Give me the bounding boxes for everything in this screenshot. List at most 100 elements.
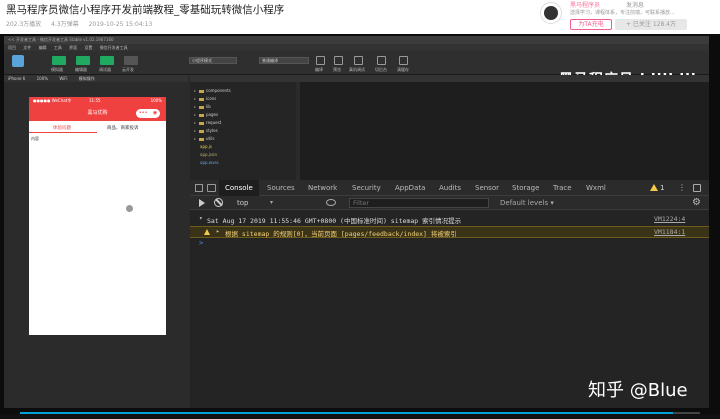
device-select[interactable]: iPhone 6 [8,76,25,81]
show-drawer-icon[interactable] [199,199,205,207]
zoom-select[interactable]: 100% [37,76,48,81]
phone-status-bar: ●●●●● WeChat令 11:55 100% [29,97,166,105]
menu-settings[interactable]: 设置 [84,45,92,50]
expand-arrow-icon[interactable]: ▾ [199,215,203,222]
switch-background-icon[interactable] [377,56,386,65]
menu-file[interactable]: 文件 [23,45,31,50]
eye-icon[interactable] [326,199,336,206]
clear-cache-icon[interactable] [399,56,408,65]
device-toolbar-icon[interactable] [207,184,216,192]
compile-icon[interactable] [316,56,325,65]
phone-nav-title: 黑马优购 [87,110,108,116]
log-source-link[interactable]: VM1184:1 [654,228,685,236]
log-source-link[interactable]: VM1224:4 [654,215,685,223]
ide-toolbar: 模拟器 编辑器 调试器 云开发 小程序模式 普通编译 编译 预览 真机调试 切后… [4,51,709,88]
folder-icon [199,105,205,109]
close-icon[interactable]: ◉ [153,109,157,118]
tree-folder-pages[interactable]: ▸ pages [194,112,218,117]
menu-devtools[interactable]: 微信开发者工具 [100,45,128,50]
network-select[interactable]: WiFi [59,76,67,81]
warning-count[interactable]: 1 [660,180,664,196]
feedback-tabs: 体验问题 商品、商家投诉 [29,123,166,133]
tab-trace[interactable]: Trace [553,180,572,196]
uploader-avatar[interactable] [540,2,562,24]
active-tab-indicator [29,132,97,133]
menu-edit[interactable]: 编辑 [39,45,47,50]
phone-carrier: ●●●●● WeChat令 [33,98,72,103]
menu-view[interactable]: 界面 [69,45,77,50]
undock-icon[interactable] [693,184,701,192]
follow-button[interactable]: + 已关注 128.4万 [615,19,687,30]
tab-experience-issue[interactable]: 体验问题 [53,125,71,131]
phone-battery: 100% [150,98,162,103]
tab-sources[interactable]: Sources [267,180,295,196]
video-meta: 202.3万播放 4.3万弹幕 2019-10-25 15:04:13 [6,19,160,28]
log-levels-select[interactable]: Default levels ▾ [500,196,554,210]
mock-select[interactable]: 模拟操作 [79,76,95,81]
tree-file-app-wxss[interactable]: app.wxss [200,160,219,165]
console-log-row[interactable]: ▾ Sat Aug 17 2019 11:55:46 GMT+0800 (中国标… [190,215,709,226]
real-device-debug-icon[interactable] [354,56,363,65]
tree-file-app-json[interactable]: app.json [200,152,217,157]
simulator-panel: ●●●●● WeChat令 11:55 100% 黑马优购 ••• ◉ 体验问题… [4,82,188,408]
folder-icon [199,129,205,133]
tab-console[interactable]: Console [219,180,259,196]
tab-storage[interactable]: Storage [512,180,539,196]
switch-bg-label: 切后台 [375,67,387,72]
element-picker-icon[interactable] [195,184,203,192]
console-prompt[interactable]: > [199,239,203,247]
tree-folder-components[interactable]: ▸ components [194,88,231,93]
chevron-down-icon[interactable]: ▾ [270,196,273,210]
tab-network[interactable]: Network [308,180,337,196]
editor-label: 编辑器 [75,67,87,72]
avatar-image [544,6,558,20]
context-select[interactable]: top [237,196,248,210]
more-icon[interactable]: ••• [139,109,148,118]
tree-folder-icons[interactable]: ▸ icons [194,96,216,101]
control-bar [0,414,720,419]
warning-icon[interactable] [650,184,658,191]
console-filter-input[interactable] [349,198,489,208]
tree-file-app-js[interactable]: app.js [200,144,212,149]
menu-project[interactable]: 项目 [8,45,16,50]
publish-date: 2019-10-25 15:04:13 [88,21,153,28]
tab-sensor[interactable]: Sensor [475,180,499,196]
ide-menu-bar: 项目 文件 编辑 工具 界面 设置 微信开发者工具 [4,44,709,51]
capsule-button[interactable]: ••• ◉ [136,109,160,118]
charge-button[interactable]: 为TA充电 [570,19,612,30]
danmaku-count: 4.3万弹幕 [51,21,79,28]
phone-simulator[interactable]: ●●●●● WeChat令 11:55 100% 黑马优购 ••• ◉ 体验问题… [29,97,166,335]
console-warning-row[interactable]: ▸ 根据 sitemap 的规则[0]，当前页面 [pages/feedback… [190,226,709,238]
tree-folder-utils[interactable]: ▸ utils [194,136,214,141]
editor-area[interactable] [300,82,709,180]
editor-toggle[interactable] [76,56,90,65]
tree-folder-styles[interactable]: ▸ styles [194,128,218,133]
project-avatar[interactable] [12,55,24,67]
cursor-dot [126,205,133,212]
more-vertical-icon[interactable]: ⋮ [678,180,686,196]
uploader-name[interactable]: 黑马程序员 [570,0,600,9]
clear-console-icon[interactable] [214,198,223,207]
mode-select[interactable]: 小程序模式 [189,57,237,64]
gear-icon[interactable]: ⚙ [692,197,701,209]
expand-arrow-icon[interactable]: ▸ [216,228,220,235]
view-count: 202.3万播放 [6,21,42,28]
tree-folder-lib[interactable]: ▸ lib [194,104,211,109]
tab-wxml[interactable]: Wxml [586,180,606,196]
simulator-label: 模拟器 [51,67,63,72]
tree-folder-request[interactable]: ▸ request [194,120,221,125]
content-label: 内容 [31,136,39,141]
menu-tools[interactable]: 工具 [54,45,62,50]
compile-label: 编译 [315,67,323,72]
compile-select[interactable]: 普通编译 [259,57,309,64]
preview-icon[interactable] [334,56,343,65]
folder-icon [199,121,205,125]
simulator-toggle[interactable] [52,56,66,65]
tab-complaint[interactable]: 商品、商家投诉 [107,125,139,131]
message-link[interactable]: 发消息 [626,0,644,9]
tab-appdata[interactable]: AppData [395,180,425,196]
tab-audits[interactable]: Audits [439,180,461,196]
debugger-toggle[interactable] [100,56,114,65]
tab-security[interactable]: Security [352,180,381,196]
cloud-dev-button[interactable] [124,56,138,65]
